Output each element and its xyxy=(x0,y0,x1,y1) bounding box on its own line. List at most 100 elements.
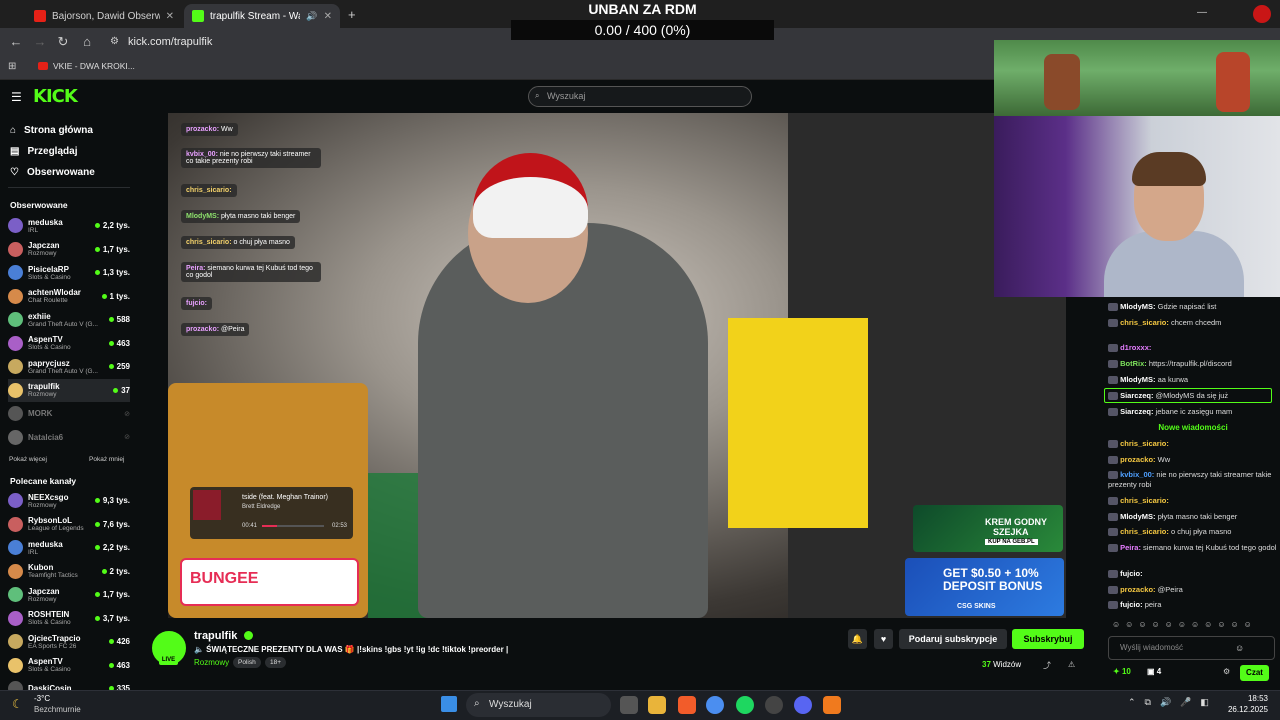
steam-icon[interactable] xyxy=(765,696,783,714)
home-icon[interactable]: ⌂ xyxy=(80,35,94,49)
points-counter[interactable]: ✦ 10 xyxy=(1113,667,1131,676)
kick-logo[interactable]: KICK xyxy=(33,86,78,107)
chat-message[interactable]: chris_sicario: o chuj płya masno xyxy=(1108,527,1278,537)
channel-item[interactable]: RybsonLoL League of Legends 7,6 tys. xyxy=(8,513,130,536)
channel-item[interactable]: MORK ⊘ xyxy=(8,402,130,425)
menu-icon[interactable]: ☰ xyxy=(11,90,22,104)
channel-item[interactable]: paprycjusz Grand Theft Auto V (G... 259 xyxy=(8,355,130,378)
windows-start-icon[interactable] xyxy=(441,696,457,712)
brave-icon[interactable] xyxy=(678,696,696,714)
chat-message[interactable]: BotRix: https://trapulfik.pl/discord xyxy=(1108,359,1278,369)
chat-message[interactable]: prozacko: @Peira xyxy=(1108,585,1278,595)
chat-user[interactable]: MlodyMS: xyxy=(1120,302,1155,311)
chrome-icon[interactable] xyxy=(706,696,724,714)
chat-message[interactable]: chris_sicario: xyxy=(1108,496,1278,506)
bell-icon[interactable]: 🔔 xyxy=(848,629,867,649)
chat-message[interactable]: Siarczeq: jebane ic zasięgu mam xyxy=(1108,407,1278,417)
channel-item[interactable]: OjciecTrapcio EA Sports FC 26 426 xyxy=(8,630,130,653)
channel-item[interactable]: exhiie Grand Theft Auto V (G... 588 xyxy=(8,308,130,331)
chat-message[interactable]: chris_sicario: xyxy=(1108,439,1278,449)
nav-home[interactable]: ⌂ Strona główna xyxy=(10,121,93,139)
channel-item[interactable]: trapulfik Rozmowy 37 xyxy=(8,378,130,402)
chat-user[interactable]: chris_sicario: xyxy=(1120,318,1169,327)
chat-user[interactable]: MlodyMS: xyxy=(1120,375,1155,384)
chat-message[interactable]: chris_sicario: chcem chcedm xyxy=(1108,318,1278,328)
minimize-button[interactable]: — xyxy=(1197,7,1207,18)
chat-user[interactable]: MlodyMS: xyxy=(1120,512,1155,521)
stream-category[interactable]: Rozmowy xyxy=(194,658,229,667)
chat-message[interactable]: d1roxxx: xyxy=(1108,343,1278,353)
back-icon[interactable]: ← xyxy=(9,35,23,49)
close-icon[interactable]: ✕ xyxy=(324,11,332,22)
chat-message[interactable]: kvbix_00: nie no pierwszy taki streamer … xyxy=(1108,470,1278,490)
tray-icons[interactable]: ⌃⧉🔊🎤◧ xyxy=(1128,697,1218,708)
tab-kick[interactable]: trapulfik Stream - Watch Li 🔊 ✕ xyxy=(184,4,340,28)
tag-age[interactable]: 18+ xyxy=(265,657,287,668)
chat-message[interactable]: MlodyMS: aa kurwa xyxy=(1108,375,1278,385)
share-icon[interactable]: ⤴ xyxy=(1043,660,1051,671)
chat-user[interactable]: chris_sicario: xyxy=(1120,439,1169,448)
chat-message[interactable]: prozacko: Ww xyxy=(1108,455,1278,465)
channel-item[interactable]: PisicelaRP Slots & Casino 1,3 tys. xyxy=(8,261,130,284)
weather-icon[interactable]: ☾ xyxy=(12,697,23,711)
chat-message[interactable]: fujcio: peira xyxy=(1108,600,1278,610)
chat-message[interactable]: Peira: siemano kurwa tej Kubuś tod tego … xyxy=(1108,543,1278,553)
task-view-icon[interactable] xyxy=(620,696,638,714)
site-info-icon[interactable]: ⚙ xyxy=(110,36,119,47)
channel-item[interactable]: achtenWlodar Chat Roulette 1 tys. xyxy=(8,285,130,308)
settings-icon[interactable]: ⚙ xyxy=(1223,667,1230,676)
forward-icon[interactable]: → xyxy=(33,35,47,49)
heart-icon[interactable]: ♥ xyxy=(874,629,893,649)
speaker-icon[interactable]: 🔊 xyxy=(306,11,317,22)
emote-bar[interactable]: ☺☺☺☺☺☺☺☺☺☺☺ xyxy=(1112,620,1272,632)
channel-item[interactable]: Natalcia6 ⊘ xyxy=(8,426,130,449)
reload-icon[interactable]: ↻ xyxy=(56,35,70,49)
apps-icon[interactable]: ⊞ xyxy=(8,61,16,72)
emote-picker-icon[interactable]: ☺ xyxy=(1235,643,1244,653)
chat-user[interactable]: Peira: xyxy=(1120,543,1141,552)
channel-item[interactable]: NEEXcsgo Rozmowy 9,3 tys. xyxy=(8,489,130,512)
nav-following[interactable]: ♡ Obserwowane xyxy=(10,163,95,181)
gift-counter[interactable]: ▣ 4 xyxy=(1147,667,1161,676)
channel-item[interactable]: Japczan Rozmowy 1,7 tys. xyxy=(8,238,130,261)
channel-item[interactable]: Japczan Rozmowy 1,7 tys. xyxy=(8,583,130,606)
chat-message[interactable]: fujcio: xyxy=(1108,569,1278,579)
report-icon[interactable]: ⚠ xyxy=(1068,660,1075,669)
chat-message[interactable]: MlodyMS: Gdzie napisać list xyxy=(1108,302,1278,312)
close-icon[interactable]: ✕ xyxy=(166,11,174,22)
profile-avatar[interactable] xyxy=(1253,5,1271,23)
new-tab-button[interactable]: + xyxy=(348,7,356,22)
channel-item[interactable]: meduska IRL 2,2 tys. xyxy=(8,214,130,237)
chat-user[interactable]: chris_sicario: xyxy=(1120,527,1169,536)
tab-youtube[interactable]: Bajorson, Dawid Obserwator, D ✕ xyxy=(26,4,182,28)
bookmark-item[interactable]: VKIE - DWA KROKI... xyxy=(53,61,135,71)
channel-item[interactable]: AspenTV Slots & Casino 463 xyxy=(8,654,130,677)
chat-user[interactable]: prozacko: xyxy=(1120,455,1155,464)
nav-browse[interactable]: ▤ Przeglądaj xyxy=(10,142,77,160)
chat-user[interactable]: kvbix_00: xyxy=(1120,470,1154,479)
gift-sub-button[interactable]: Podaruj subskrypcje xyxy=(899,629,1007,649)
new-messages-divider[interactable]: Nowe wiadomości xyxy=(1108,423,1278,432)
taskbar-search[interactable]: Wyszukaj xyxy=(466,693,611,717)
subscribe-button[interactable]: Subskrybuj xyxy=(1012,629,1084,649)
chat-user[interactable]: fujcio: xyxy=(1120,569,1143,578)
chat-user[interactable]: prozacko: xyxy=(1120,585,1155,594)
spotify-icon[interactable] xyxy=(736,696,754,714)
streamer-name[interactable]: trapulfik xyxy=(194,630,237,642)
chat-user[interactable]: BotRix: xyxy=(1120,359,1147,368)
chat-user[interactable]: Siarczeq: xyxy=(1120,407,1153,416)
search-input[interactable]: Wyszukaj xyxy=(528,86,752,107)
channel-item[interactable]: meduska IRL 2,2 tys. xyxy=(8,536,130,559)
channel-item[interactable]: ROSHTEIN Slots & Casino 3,7 tys. xyxy=(8,607,130,630)
file-explorer-icon[interactable] xyxy=(648,696,666,714)
chat-user[interactable]: chris_sicario: xyxy=(1120,496,1169,505)
chat-input[interactable]: Wyślij wiadomość xyxy=(1108,636,1275,660)
app-icon[interactable] xyxy=(823,696,841,714)
chat-send-button[interactable]: Czat xyxy=(1240,665,1269,681)
show-more-link[interactable]: Pokaż więcej xyxy=(9,456,47,463)
tag-language[interactable]: Polish xyxy=(233,657,261,668)
chat-user[interactable]: d1roxxx: xyxy=(1120,343,1151,352)
channel-item[interactable]: Kubon Teamfight Tactics 2 tys. xyxy=(8,560,130,583)
chat-message[interactable]: MlodyMS: płyta masno taki benger xyxy=(1108,512,1278,522)
show-less-link[interactable]: Pokaż mniej xyxy=(89,456,124,463)
